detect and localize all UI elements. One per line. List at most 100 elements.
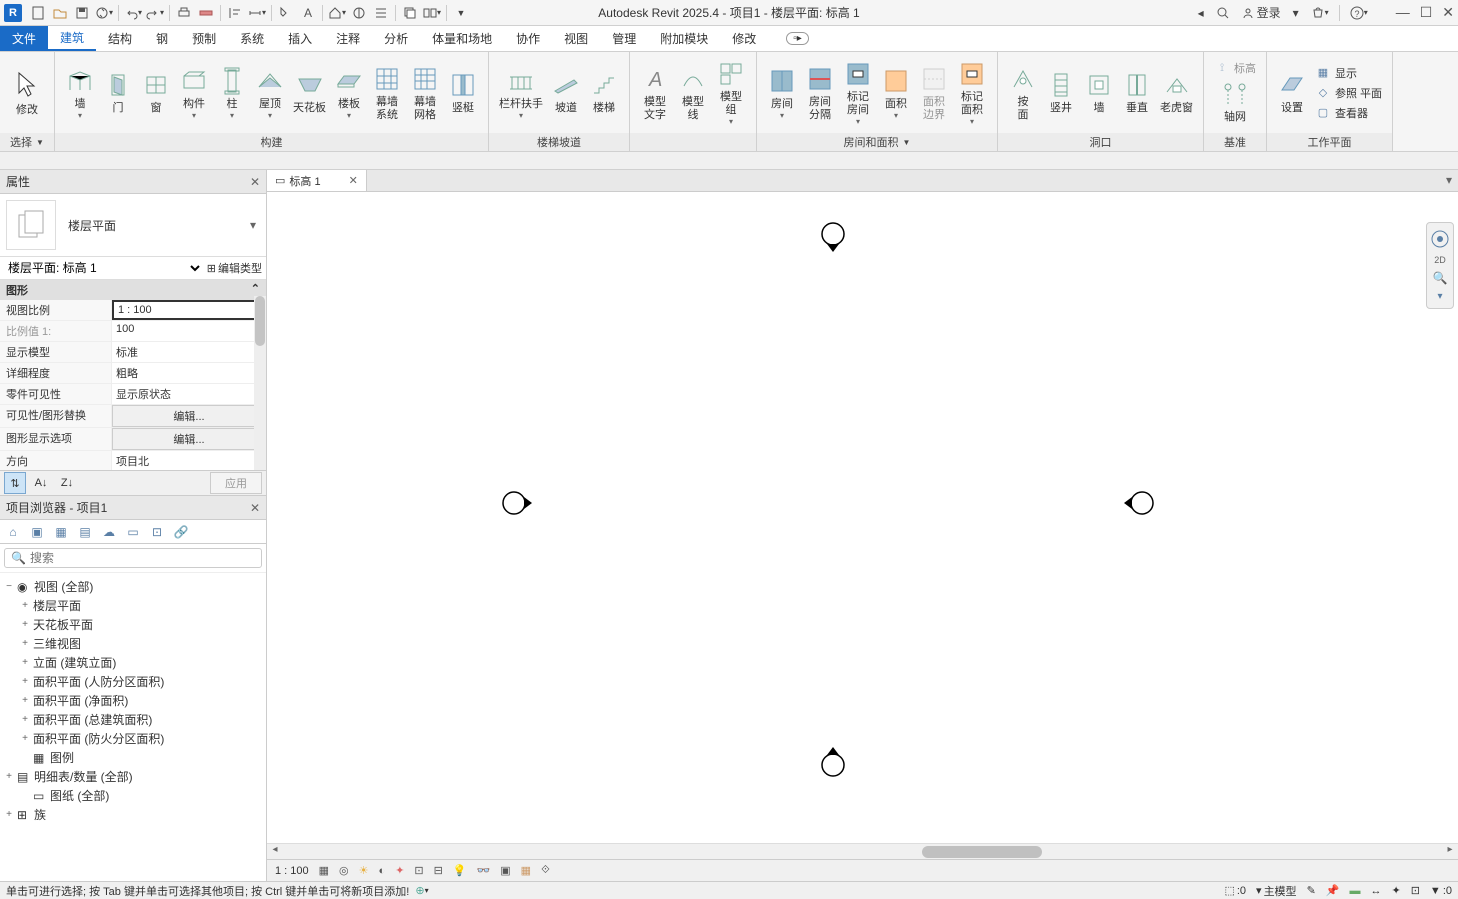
component-button[interactable]: 构件▾ — [175, 64, 213, 122]
tree-expand-icon[interactable]: + — [20, 600, 30, 611]
tag-room-button[interactable]: 标记 房间▾ — [839, 57, 877, 128]
ribbon-tab-architecture[interactable]: 建筑 — [48, 26, 96, 51]
type-selector[interactable]: 楼层平面▾ — [64, 213, 260, 238]
reveal-constraints-icon[interactable]: ⟐ — [541, 864, 550, 877]
tree-expand-icon[interactable]: + — [20, 714, 30, 725]
elevation-marker-west[interactable] — [502, 488, 532, 518]
tree-item[interactable]: +面积平面 (人防分区面积) — [0, 672, 266, 691]
tree-item[interactable]: +三维视图 — [0, 634, 266, 653]
tree-item[interactable]: +立面 (建筑立面) — [0, 653, 266, 672]
railing-button[interactable]: 栏杆扶手▾ — [495, 64, 547, 122]
qat-measure-icon[interactable] — [196, 3, 216, 23]
tree-item[interactable]: +⊞族 — [0, 805, 266, 824]
wall-opening-button[interactable]: 墙 — [1080, 68, 1118, 117]
room-button[interactable]: 房间▾ — [763, 64, 801, 122]
ribbon-tab-addins[interactable]: 附加模块 — [648, 26, 720, 51]
ribbon-tab-massing[interactable]: 体量和场地 — [420, 26, 504, 51]
browser-home-icon[interactable]: ⌂ — [4, 523, 22, 541]
status-select-links-icon[interactable]: ⬚ :0 — [1224, 884, 1246, 897]
elevation-marker-north[interactable] — [818, 222, 848, 252]
search-icon[interactable] — [1212, 3, 1234, 23]
ramp-button[interactable]: 坡道 — [547, 68, 585, 117]
qat-text-icon[interactable]: A — [298, 3, 318, 23]
tree-item[interactable]: +面积平面 (防火分区面积) — [0, 729, 266, 748]
user-login[interactable]: 登录 — [1238, 3, 1285, 23]
qat-align-icon[interactable] — [225, 3, 245, 23]
shadows-icon[interactable]: ◐ — [379, 865, 386, 877]
status-filter-icon[interactable]: ▼:0 — [1430, 885, 1452, 897]
ribbon-tab-annotate[interactable]: 注释 — [324, 26, 372, 51]
browser-close-icon[interactable]: ✕ — [250, 501, 260, 515]
tree-item[interactable]: ▦图例 — [0, 748, 266, 767]
set-workplane-button[interactable]: 设置 — [1273, 68, 1311, 117]
roof-button[interactable]: 屋顶▾ — [251, 64, 289, 122]
shaft-button[interactable]: 竖井 — [1042, 68, 1080, 117]
ribbon-tab-manage[interactable]: 管理 — [600, 26, 648, 51]
curtain-grid-button[interactable]: 幕墙 网格 — [406, 62, 444, 124]
ceiling-button[interactable]: 天花板 — [289, 68, 330, 117]
model-line-button[interactable]: 模型 线 — [674, 62, 712, 124]
tree-item[interactable]: +面积平面 (净面积) — [0, 691, 266, 710]
ribbon-tab-context[interactable]: ▫▸ — [774, 26, 821, 51]
prop-sort-category-icon[interactable]: ⇅ — [4, 472, 26, 494]
maximize-icon[interactable]: ☐ — [1420, 4, 1433, 21]
qat-section-icon[interactable] — [349, 3, 369, 23]
ribbon-tab-structure[interactable]: 结构 — [96, 26, 144, 51]
qat-tag-icon[interactable] — [276, 3, 296, 23]
prop-row-view-scale[interactable]: 视图比例1 : 100 — [0, 300, 266, 321]
tree-expand-icon[interactable]: + — [20, 638, 30, 649]
ribbon-tab-analyze[interactable]: 分析 — [372, 26, 420, 51]
qat-dropdown-icon[interactable]: ▼ — [451, 3, 471, 23]
model-group-button[interactable]: 模型 组▾ — [712, 57, 750, 128]
qat-open-icon[interactable] — [50, 3, 70, 23]
reveal-hidden-icon[interactable]: ▣ — [500, 864, 510, 877]
elevation-marker-south[interactable] — [818, 747, 848, 777]
view-tab-close-icon[interactable]: ✕ — [349, 174, 358, 187]
temp-hide-icon[interactable]: 👓 — [477, 864, 491, 877]
ribbon-tab-precast[interactable]: 预制 — [180, 26, 228, 51]
tree-item[interactable]: +天花板平面 — [0, 615, 266, 634]
worksharing-display-icon[interactable]: ▦ — [521, 864, 531, 877]
tree-expand-icon[interactable]: + — [4, 809, 14, 820]
prop-row-parts-visibility[interactable]: 零件可见性显示原状态 — [0, 384, 266, 405]
rendering-icon[interactable]: ✦ — [395, 864, 404, 877]
qat-file-icon[interactable] — [28, 3, 48, 23]
sun-path-icon[interactable]: ☀ — [359, 864, 369, 877]
opening-by-face-button[interactable]: 按 面 — [1004, 62, 1042, 124]
qat-undo-icon[interactable]: ▾ — [123, 3, 143, 23]
browser-link-icon[interactable]: 🔗 — [172, 523, 190, 541]
status-main-model[interactable]: ▾ 主模型 — [1256, 883, 1297, 899]
tree-expand-icon[interactable]: + — [4, 771, 14, 782]
qat-home-icon[interactable]: ▾ — [327, 3, 347, 23]
tree-expand-icon[interactable]: + — [20, 676, 30, 687]
detail-level-icon[interactable]: ▦ — [319, 864, 329, 877]
ribbon-tab-systems[interactable]: 系统 — [228, 26, 276, 51]
tree-item[interactable]: ▭图纸 (全部) — [0, 786, 266, 805]
mullion-button[interactable]: 竖梃 — [444, 68, 482, 117]
view-tab-active[interactable]: ▭ 标高 1 ✕ — [267, 170, 367, 191]
browser-search-input[interactable] — [30, 551, 255, 565]
ribbon-tab-view[interactable]: 视图 — [552, 26, 600, 51]
elevation-marker-east[interactable] — [1124, 488, 1154, 518]
status-select-underlay-icon[interactable]: ▬ — [1349, 885, 1360, 897]
curtain-system-button[interactable]: 幕墙 系统 — [368, 62, 406, 124]
prop-row-detail-level[interactable]: 详细程度粗略 — [0, 363, 266, 384]
status-select-pinned-icon[interactable]: 📌 — [1326, 884, 1340, 897]
view-scale-selector[interactable]: 1 : 100 — [275, 865, 309, 877]
drawing-canvas[interactable]: 2D 🔍 ▾ — [267, 192, 1458, 859]
browser-views-icon[interactable]: ▣ — [28, 523, 46, 541]
ribbon-tab-modify[interactable]: 修改 — [720, 26, 768, 51]
qat-switch-windows-icon[interactable]: ▾ — [422, 3, 442, 23]
tree-item[interactable]: +楼层平面 — [0, 596, 266, 615]
tree-expand-icon[interactable]: + — [20, 657, 30, 668]
ref-plane-button[interactable]: ◇参照 平面 — [1311, 84, 1386, 102]
nav-zoom-icon[interactable]: 🔍 — [1433, 271, 1448, 285]
tree-item[interactable]: +▤明细表/数量 (全部) — [0, 767, 266, 786]
tree-item[interactable]: −◉视图 (全部) — [0, 577, 266, 596]
viewer-button[interactable]: ▢查看器 — [1311, 104, 1386, 122]
show-workplane-button[interactable]: ▦显示 — [1311, 64, 1386, 82]
status-editable-only-icon[interactable]: ✎ — [1307, 884, 1316, 897]
browser-schedules-icon[interactable]: ▤ — [76, 523, 94, 541]
crop-region-icon[interactable]: ⊟ — [434, 864, 443, 877]
tree-expand-icon[interactable]: + — [20, 619, 30, 630]
